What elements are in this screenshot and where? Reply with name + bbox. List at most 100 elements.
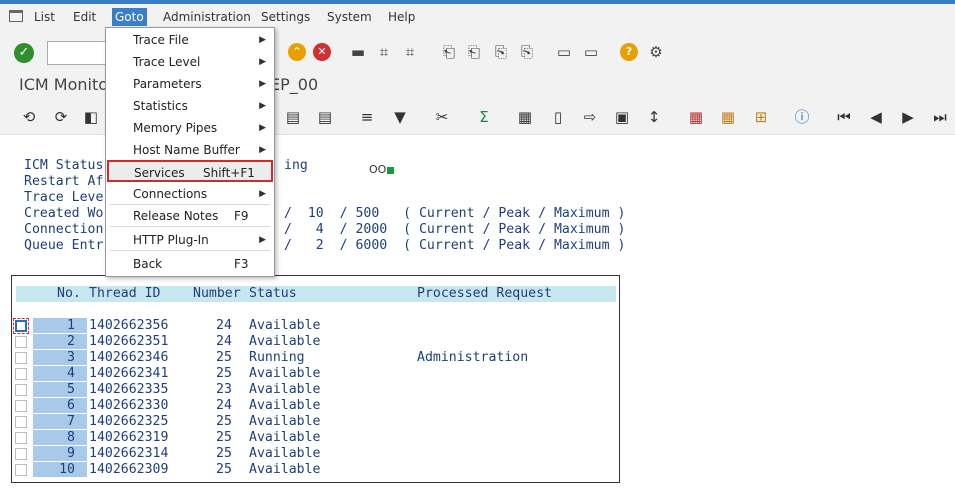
row-select-checkbox[interactable] xyxy=(15,352,27,364)
goto-menu-item-http-plug-in[interactable]: HTTP Plug-In ▶ xyxy=(106,229,274,251)
menu-administration[interactable]: Administration xyxy=(160,8,254,26)
system-menu-icon[interactable] xyxy=(9,10,23,22)
menu-edit[interactable]: Edit xyxy=(70,8,99,26)
menu-system[interactable]: System xyxy=(324,8,375,26)
row-select-checkbox[interactable] xyxy=(13,318,29,334)
first-page-icon[interactable]: ⎗ xyxy=(438,41,460,63)
prev-icon[interactable]: ◀ xyxy=(865,106,887,128)
previous-page-icon[interactable]: ⎗ xyxy=(463,41,485,63)
row-select-checkbox[interactable] xyxy=(15,416,27,428)
header-status[interactable]: Status xyxy=(249,286,297,302)
next-page-icon[interactable]: ⎘ xyxy=(490,41,512,63)
table-row[interactable]: 10 1402662309 25 Available xyxy=(12,462,617,478)
table-row[interactable]: 4 1402662341 25 Available xyxy=(12,366,617,382)
menu-help[interactable]: Help xyxy=(385,8,418,26)
row-status: Available xyxy=(249,462,321,477)
first-icon[interactable]: ⏮ xyxy=(833,106,855,128)
table-row[interactable]: 5 1402662335 23 Available xyxy=(12,382,617,398)
row-select-checkbox[interactable] xyxy=(15,432,27,444)
up-icon[interactable]: ⌃ xyxy=(288,43,306,61)
sort-icon[interactable]: ↕ xyxy=(643,106,665,128)
goto-menu-item-release-notes[interactable]: Release Notes F9 xyxy=(106,205,274,227)
goto-menu-item-connections[interactable]: Connections ▶ xyxy=(106,183,274,205)
display-icon[interactable]: ◧ xyxy=(80,106,102,128)
table-row[interactable]: 7 1402662325 25 Available xyxy=(12,414,617,430)
sum-icon[interactable]: Σ xyxy=(473,106,495,128)
enter-icon[interactable]: ✓ xyxy=(14,43,34,63)
command-field[interactable] xyxy=(47,41,107,65)
menu-settings[interactable]: Settings xyxy=(258,8,313,26)
row-number-cell xyxy=(33,350,87,365)
hierarchy-icon[interactable]: ▦ xyxy=(717,106,739,128)
filter-icon[interactable]: ▼ xyxy=(389,106,411,128)
row-number-cell xyxy=(33,318,87,333)
table-header: No. Thread ID Number Status Processed Re… xyxy=(16,286,616,302)
header-thread-id[interactable]: Thread ID xyxy=(89,286,160,302)
goto-menu-item-memory-pipes[interactable]: Memory Pipes ▶ xyxy=(106,117,274,139)
subtotal-icon[interactable]: ▦ xyxy=(514,106,536,128)
import-icon[interactable]: ⇨ xyxy=(579,106,601,128)
goto-menu-item-trace-level[interactable]: Trace Level ▶ xyxy=(106,51,274,73)
last-page-icon[interactable]: ⎘ xyxy=(516,41,538,63)
row-processed-request: Administration xyxy=(417,350,529,365)
trace-icon[interactable]: ▤ xyxy=(282,106,304,128)
goto-menu-item-parameters[interactable]: Parameters ▶ xyxy=(106,73,274,95)
row-number: 24 xyxy=(216,398,232,413)
table-row[interactable]: 2 1402662351 24 Available xyxy=(12,334,617,350)
create-session-icon[interactable]: ▭ xyxy=(553,41,575,63)
table-row[interactable]: 8 1402662319 25 Available xyxy=(12,430,617,446)
row-number: 25 xyxy=(216,366,232,381)
table-row[interactable]: 1 1402662356 24 Available xyxy=(12,318,617,334)
goto-menu-item-services[interactable]: Services Shift+F1 xyxy=(107,160,273,182)
print-icon[interactable]: ▬ xyxy=(347,41,369,63)
tree-icon[interactable]: ⊞ xyxy=(750,106,772,128)
menu-list[interactable]: List xyxy=(31,8,58,26)
last-icon[interactable]: ⏭ xyxy=(929,106,951,128)
row-select-checkbox[interactable] xyxy=(15,400,27,412)
goto-menu-item-statistics[interactable]: Statistics ▶ xyxy=(106,95,274,117)
row-thread-id: 1402662346 xyxy=(89,350,169,365)
menu-item-shortcut: F3 xyxy=(234,257,249,271)
connections-label: Connection xyxy=(24,222,104,237)
export-icon[interactable]: ▯ xyxy=(547,106,569,128)
shortcut-icon[interactable]: ▭ xyxy=(580,41,602,63)
row-number-cell xyxy=(33,414,87,429)
goto-menu-item-trace-file[interactable]: Trace File ▶ xyxy=(106,29,274,51)
log-icon[interactable]: ▤ xyxy=(314,106,336,128)
row-status: Available xyxy=(249,366,321,381)
align-icon[interactable]: ≡ xyxy=(356,106,378,128)
find-next-icon[interactable]: ⌗ xyxy=(399,41,421,63)
customize-icon[interactable]: ⚙ xyxy=(645,41,667,63)
menu-item-label: Connections xyxy=(133,187,208,201)
help-icon[interactable]: ? xyxy=(620,43,638,61)
cancel-icon[interactable]: ✕ xyxy=(313,43,331,61)
header-processed-request[interactable]: Processed Request xyxy=(417,286,552,302)
goto-menu-item-back[interactable]: Back F3 xyxy=(106,253,274,275)
mail-icon[interactable]: ▣ xyxy=(611,106,633,128)
cut-icon[interactable]: ✂ xyxy=(431,106,453,128)
row-select-checkbox[interactable] xyxy=(15,384,27,396)
goto-menu-item-host-name-buffer[interactable]: Host Name Buffer ▶ xyxy=(106,139,274,161)
row-status: Available xyxy=(249,318,321,333)
find-icon[interactable]: ⌗ xyxy=(373,41,395,63)
layout-icon[interactable]: ▦ xyxy=(685,106,707,128)
info-icon[interactable]: ⓘ xyxy=(791,106,813,128)
status-indicator-text: OO xyxy=(369,163,387,176)
table-row[interactable]: 3 1402662346 25 Running Administration xyxy=(12,350,617,366)
menu-item-label: Back xyxy=(133,257,163,271)
menu-goto[interactable]: Goto xyxy=(112,8,147,26)
header-number[interactable]: Number xyxy=(193,286,241,302)
trace-level-label: Trace Leve xyxy=(24,190,104,205)
row-select-checkbox[interactable] xyxy=(15,368,27,380)
row-select-checkbox[interactable] xyxy=(15,336,27,348)
icm-status-value: ing xyxy=(284,158,308,173)
row-select-checkbox[interactable] xyxy=(15,464,27,476)
row-no: 2 xyxy=(67,334,75,349)
refresh-icon[interactable]: ⟲ xyxy=(18,106,40,128)
table-row[interactable]: 6 1402662330 24 Available xyxy=(12,398,617,414)
details-icon[interactable]: ⟳ xyxy=(50,106,72,128)
table-row[interactable]: 9 1402662314 25 Available xyxy=(12,446,617,462)
row-select-checkbox[interactable] xyxy=(15,448,27,460)
next-icon[interactable]: ▶ xyxy=(897,106,919,128)
header-no[interactable]: No. xyxy=(57,286,81,302)
